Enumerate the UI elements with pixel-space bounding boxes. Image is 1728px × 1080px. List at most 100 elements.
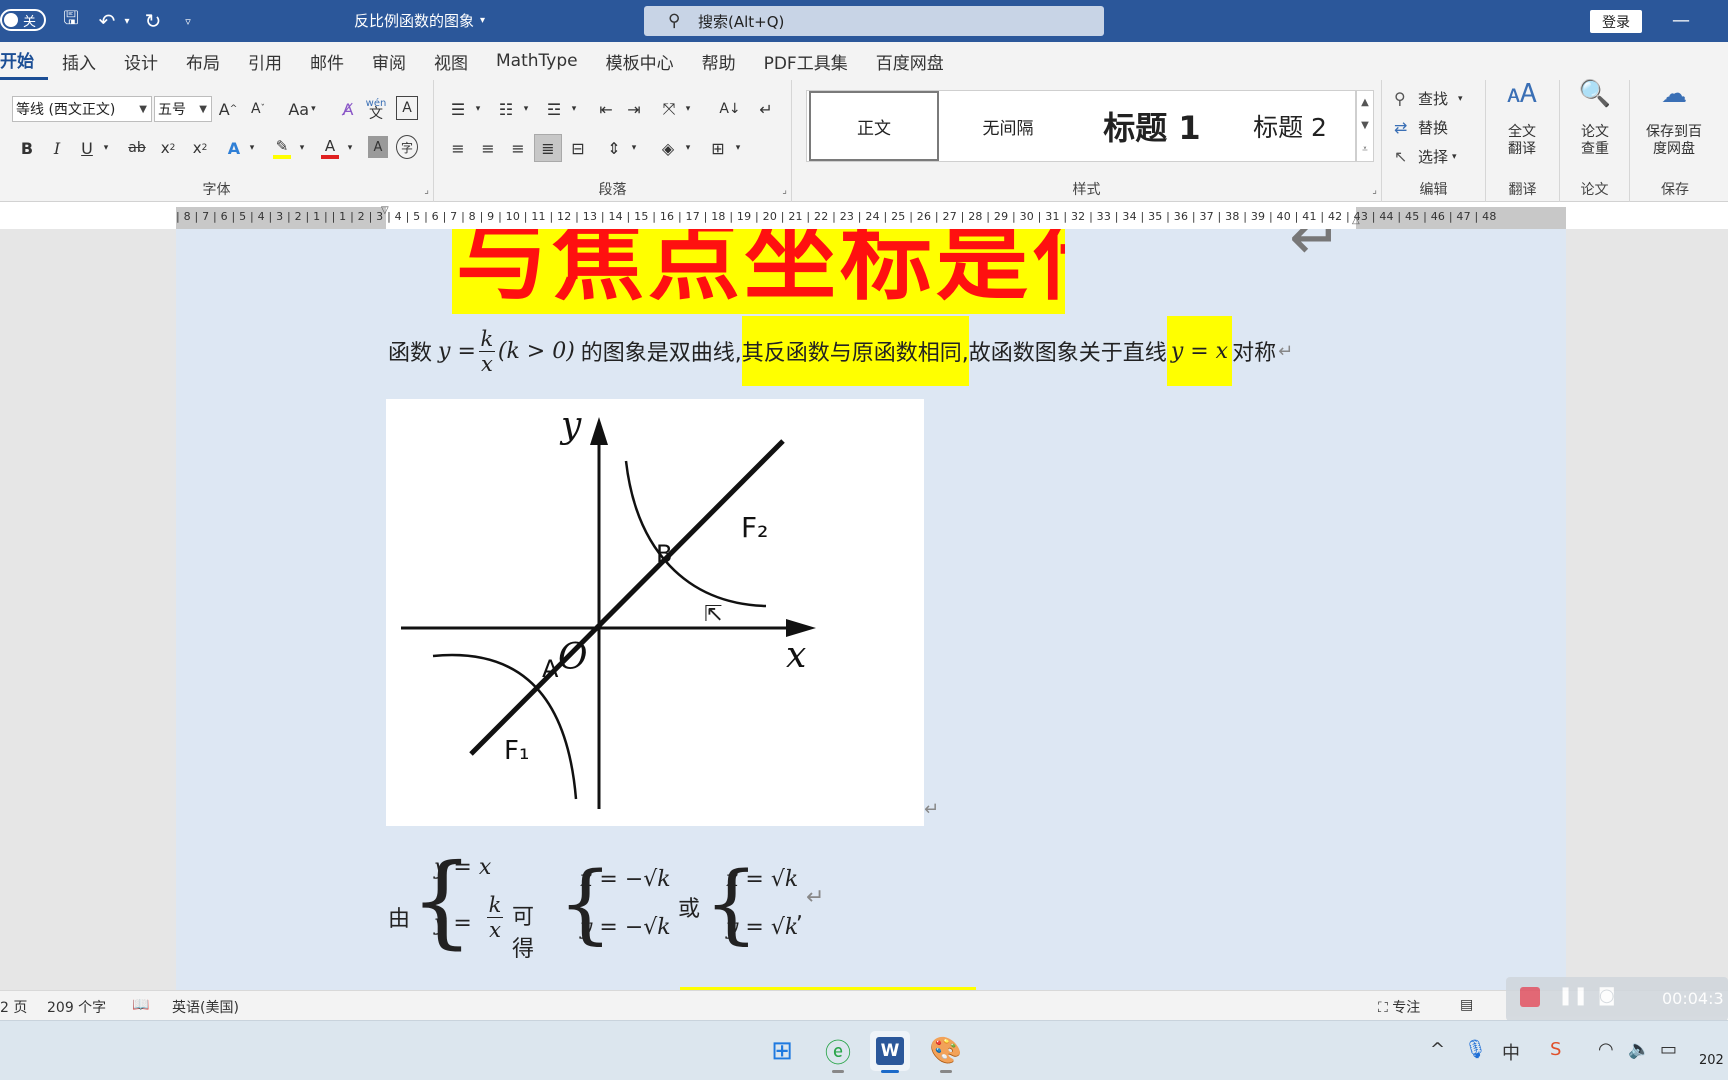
italic-icon[interactable]: I: [46, 134, 68, 162]
replace-button[interactable]: ⇄ 替换: [1394, 117, 1448, 138]
chevron-down-icon[interactable]: ▾: [520, 95, 532, 123]
sogou-ime-icon[interactable]: S: [1550, 1039, 1561, 1060]
styles-gallery-scroll[interactable]: ▲ ▼ ⩡: [1356, 90, 1374, 162]
hyperbola-figure[interactable]: y x O A B F₂ F₁ ⇱: [386, 399, 924, 826]
full-translate-button[interactable]: 🗚 全文翻译: [1492, 81, 1552, 158]
phonetic-guide-icon[interactable]: wén 文: [364, 95, 388, 123]
sort-icon[interactable]: A↓: [718, 95, 742, 123]
wifi-icon[interactable]: ◠: [1598, 1039, 1614, 1060]
bold-icon[interactable]: B: [16, 134, 38, 162]
character-shading-icon[interactable]: A: [368, 136, 388, 158]
customize-toolbar-icon[interactable]: ▿: [180, 9, 196, 33]
login-button[interactable]: 登录: [1590, 10, 1642, 33]
camera-icon[interactable]: ◙: [1598, 985, 1615, 1006]
underline-icon[interactable]: U: [76, 134, 98, 162]
decrease-indent-icon[interactable]: ⇤: [594, 95, 618, 123]
word-count[interactable]: 209 个字: [47, 997, 106, 1017]
autosave-toggle[interactable]: 关: [0, 9, 46, 31]
paint-app-icon[interactable]: 🎨: [926, 1031, 966, 1073]
chevron-down-icon[interactable]: ▾: [732, 134, 744, 162]
justify-icon[interactable]: ≣: [534, 134, 562, 162]
chevron-down-icon[interactable]: ▾: [682, 95, 694, 123]
enclose-characters-icon[interactable]: 字: [396, 135, 418, 159]
windows-start-icon[interactable]: ⊞: [762, 1031, 802, 1071]
tab-review[interactable]: 审阅: [358, 42, 420, 80]
superscript-icon[interactable]: x2: [188, 134, 212, 162]
tab-references[interactable]: 引用: [234, 42, 296, 80]
input-method-icon[interactable]: 中: [1502, 1039, 1520, 1065]
tab-layout[interactable]: 布局: [172, 42, 234, 80]
clear-formatting-icon[interactable]: A̸: [336, 95, 360, 123]
tab-home[interactable]: 开始: [0, 42, 48, 80]
multilevel-list-icon[interactable]: ☲: [542, 95, 566, 123]
styles-dialog-launcher-icon[interactable]: ⌟: [1372, 185, 1377, 196]
page-count[interactable]: 2 页: [0, 997, 27, 1017]
numbering-icon[interactable]: ☷: [494, 95, 518, 123]
read-mode-icon[interactable]: ▤: [1460, 997, 1473, 1013]
redo-icon[interactable]: ↻: [140, 9, 166, 33]
chevron-down-icon[interactable]: ▾: [682, 134, 694, 162]
chevron-down-icon[interactable]: ▾: [296, 134, 308, 162]
style-normal[interactable]: 正文: [809, 91, 939, 161]
chevron-up-icon[interactable]: ^: [1430, 1039, 1445, 1060]
grow-font-icon[interactable]: A ^: [216, 95, 240, 123]
subscript-icon[interactable]: x2: [156, 134, 180, 162]
tab-pdf-tools[interactable]: PDF工具集: [750, 42, 862, 80]
font-dialog-launcher-icon[interactable]: ⌟: [424, 185, 429, 196]
minimize-button[interactable]: —: [1666, 8, 1696, 32]
document-workspace[interactable]: 与焦点坐标是什么? ↵ 函数 y = k x (k > 0) 的图象是双曲线, …: [0, 229, 1728, 990]
tab-design[interactable]: 设计: [110, 42, 172, 80]
document-page[interactable]: 与焦点坐标是什么? ↵ 函数 y = k x (k > 0) 的图象是双曲线, …: [176, 229, 1566, 990]
document-title[interactable]: 反比例函数的图象 ▾: [354, 8, 485, 32]
paper-check-button[interactable]: 🔍 论文查重: [1566, 81, 1624, 158]
style-heading-2[interactable]: 标题 2: [1227, 91, 1353, 161]
horizontal-ruler[interactable]: | 8 | 7 | 6 | 5 | 4 | 3 | 2 | 1 | | 1 | …: [176, 205, 1566, 229]
tab-help[interactable]: 帮助: [688, 42, 750, 80]
align-center-icon[interactable]: ≡: [476, 134, 500, 162]
save-to-baidu-button[interactable]: ☁ 保存到百度网盘: [1630, 81, 1718, 158]
borders-icon[interactable]: ⊞: [706, 134, 730, 162]
change-case-button[interactable]: Aa ▾: [282, 95, 322, 123]
text-direction-icon[interactable]: ⤧: [656, 95, 682, 123]
tab-insert[interactable]: 插入: [48, 42, 110, 80]
shrink-font-icon[interactable]: Aˇ: [246, 95, 270, 123]
line-spacing-icon[interactable]: ⇕: [602, 134, 626, 162]
undo-dropdown-icon[interactable]: ▾: [120, 9, 134, 33]
system-clock[interactable]: 202: [1699, 1053, 1724, 1068]
right-indent-marker-icon[interactable]: △: [1352, 215, 1360, 226]
strikethrough-icon[interactable]: ab: [124, 134, 150, 162]
select-button[interactable]: ↖ 选择 ▾: [1394, 146, 1457, 167]
chevron-down-icon[interactable]: ▾: [628, 134, 640, 162]
tab-template-center[interactable]: 模板中心: [592, 42, 688, 80]
tab-baidu-netdisk[interactable]: 百度网盘: [862, 42, 958, 80]
chevron-up-icon[interactable]: ▲: [1361, 97, 1369, 108]
style-no-spacing[interactable]: 无间隔: [943, 91, 1073, 161]
find-button[interactable]: ⚲ 查找 ▾: [1394, 88, 1463, 109]
font-name-select[interactable]: 等线 (西文正文) ▼: [12, 96, 152, 122]
battery-icon[interactable]: ▭: [1660, 1039, 1677, 1060]
chevron-down-icon[interactable]: ▾: [344, 134, 356, 162]
font-color-icon[interactable]: A: [318, 134, 342, 162]
screen-recorder-widget[interactable]: ❚❚ ◙ 00:04:3: [1506, 977, 1728, 1021]
proofing-icon[interactable]: 📖: [132, 997, 149, 1013]
record-stop-icon[interactable]: [1520, 987, 1540, 1007]
undo-icon[interactable]: ↶: [94, 9, 120, 33]
tab-mailings[interactable]: 邮件: [296, 42, 358, 80]
save-icon[interactable]: 🖫: [58, 8, 84, 33]
chevron-down-icon[interactable]: ▾: [472, 95, 484, 123]
gallery-more-icon[interactable]: ⩡: [1362, 144, 1368, 155]
highlight-color-icon[interactable]: ✎: [270, 134, 294, 162]
word-app-icon[interactable]: W: [870, 1031, 910, 1073]
show-formatting-marks-icon[interactable]: ↵: [754, 95, 778, 123]
tab-view[interactable]: 视图: [420, 42, 482, 80]
paragraph-dialog-launcher-icon[interactable]: ⌟: [782, 185, 787, 196]
language-indicator[interactable]: 英语(美国): [172, 997, 239, 1017]
text-effects-icon[interactable]: A: [222, 134, 246, 162]
character-border-icon[interactable]: A: [396, 96, 418, 120]
browser-icon[interactable]: ⓔ: [818, 1031, 858, 1073]
volume-icon[interactable]: 🔈: [1628, 1039, 1650, 1060]
indent-marker-icon[interactable]: ▽: [381, 205, 389, 216]
bullets-icon[interactable]: ☰: [446, 95, 470, 123]
style-heading-1[interactable]: 标题 1: [1079, 91, 1225, 161]
focus-mode-button[interactable]: ⛶ 专注: [1378, 997, 1420, 1017]
